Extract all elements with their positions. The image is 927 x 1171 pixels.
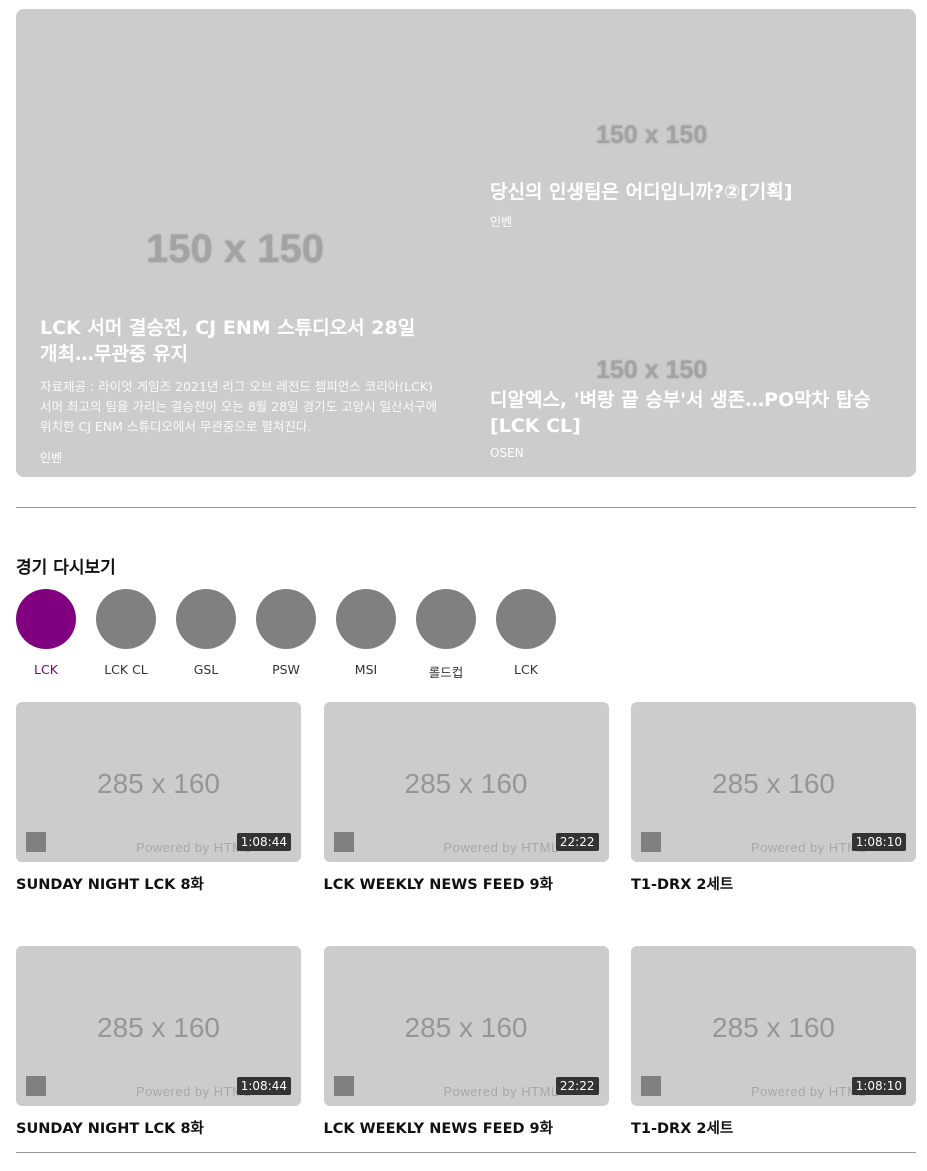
side-article-1-source: 인벤 (490, 215, 513, 229)
side-article-2[interactable]: 디알엑스, '벼랑 끝 승부'서 생존…PO막차 탑승[LCK CL] OSEN (490, 387, 890, 460)
video-thumbnail[interactable]: 285 x 160 Powered by HTML 1:08:10 (631, 702, 916, 862)
league-label: 롤드컵 (428, 665, 464, 680)
league-lck-2-icon[interactable] (496, 589, 556, 649)
league-worlds-icon[interactable] (416, 589, 476, 649)
hero-main-source: 인벤 (40, 451, 63, 465)
side-article-2-title[interactable]: 디알엑스, '벼랑 끝 승부'서 생존…PO막차 탑승[LCK CL] (490, 387, 890, 439)
hero-main-description: 자료제공 : 라이엇 게임즈 2021년 리그 오브 레전드 챔피언스 코리아(… (40, 379, 438, 434)
channel-icon (26, 832, 46, 852)
league-gsl-icon[interactable] (176, 589, 236, 649)
league-label: PSW (272, 662, 300, 677)
side-article-1-image-placeholder: 150 x 150 (596, 121, 708, 149)
league-filter-msi[interactable]: MSI (336, 589, 396, 681)
video-card[interactable]: 285 x 160 Powered by HTML 1:08:10 T1-DRX… (631, 946, 916, 1138)
channel-icon (333, 1076, 354, 1096)
side-article-1-title[interactable]: 당신의 인생팀은 어디입니까?②[기획] (490, 179, 890, 205)
powered-by-text: Powered by HTML (136, 1084, 252, 1099)
hero-main-article[interactable]: LCK 서머 결승전, CJ ENM 스튜디오서 28일 개최…무관중 유지 자… (40, 315, 438, 466)
video-title[interactable]: LCK WEEKLY NEWS FEED 9화 (324, 873, 609, 894)
league-msi-icon[interactable] (336, 589, 396, 649)
league-label: LCK CL (104, 662, 148, 677)
duration-badge: 1:08:44 (236, 833, 291, 851)
league-lck-icon[interactable] (16, 589, 76, 649)
video-thumbnail[interactable]: 285 x 160 Powered by HTML 1:08:10 (631, 946, 916, 1106)
powered-by-text: Powered by HTML (751, 840, 867, 855)
channel-icon (641, 832, 661, 852)
league-psw-icon[interactable] (256, 589, 316, 649)
thumbnail-placeholder-text: 285 x 160 (97, 768, 220, 799)
league-label: MSI (354, 662, 378, 677)
powered-by-text: Powered by HTML (443, 1084, 559, 1099)
thumbnail-placeholder-text: 285 x 160 (97, 1012, 220, 1043)
thumbnail-placeholder-text: 285 x 160 (712, 768, 835, 799)
league-filter-lck-2[interactable]: LCK (496, 589, 556, 681)
powered-by-text: Powered by HTML (136, 840, 252, 855)
duration-badge: 1:08:10 (851, 1077, 906, 1095)
section-divider (16, 507, 916, 508)
powered-by-text: Powered by HTML (751, 1084, 867, 1099)
replay-video-grid: 285 x 160 Powered by HTML 1:08:44 SUNDAY… (16, 702, 916, 1138)
hero-news-banner: 150 x 150 150 x 150 150 x 150 LCK 서머 결승전… (16, 9, 916, 477)
video-title[interactable]: T1-DRX 2세트 (631, 1117, 916, 1138)
league-filter-lck[interactable]: LCK (16, 589, 76, 681)
duration-badge: 22:22 (555, 1077, 599, 1095)
video-card[interactable]: 285 x 160 Powered by HTML 1:08:44 SUNDAY… (16, 702, 301, 894)
powered-by-text: Powered by HTML (443, 840, 559, 855)
video-title[interactable]: SUNDAY NIGHT LCK 8화 (16, 1117, 301, 1138)
side-article-2-source: OSEN (490, 446, 524, 460)
video-title[interactable]: SUNDAY NIGHT LCK 8화 (16, 873, 301, 894)
league-label: GSL (193, 662, 219, 677)
channel-icon (641, 1076, 661, 1096)
video-title[interactable]: T1-DRX 2세트 (631, 873, 916, 894)
thumbnail-placeholder-text: 285 x 160 (712, 1012, 835, 1043)
league-label: LCK (514, 662, 538, 677)
league-filter-psw[interactable]: PSW (256, 589, 316, 681)
video-thumbnail[interactable]: 285 x 160 Powered by HTML 1:08:44 (16, 946, 301, 1106)
league-filter-worlds[interactable]: 롤드컵 (416, 589, 476, 681)
video-card[interactable]: 285 x 160 Powered by HTML 1:08:10 T1-DRX… (631, 702, 916, 894)
league-filter-list: LCK LCK CL GSL PSW MSI 롤드컵 LCK (16, 589, 556, 681)
video-title[interactable]: LCK WEEKLY NEWS FEED 9화 (324, 1117, 609, 1138)
video-card[interactable]: 285 x 160 Powered by HTML 22:22 LCK WEEK… (323, 702, 609, 894)
hero-main-image-placeholder: 150 x 150 (146, 227, 324, 271)
side-article-2-image-placeholder: 150 x 150 (596, 356, 708, 384)
duration-badge: 22:22 (555, 833, 599, 851)
side-article-1[interactable]: 당신의 인생팀은 어디입니까?②[기획] 인벤 (490, 179, 890, 230)
replay-section-title: 경기 다시보기 (16, 558, 116, 578)
video-thumbnail[interactable]: 285 x 160 Powered by HTML 22:22 (323, 702, 609, 862)
duration-badge: 1:08:10 (851, 833, 906, 851)
video-thumbnail[interactable]: 285 x 160 Powered by HTML 1:08:44 (16, 702, 301, 862)
video-thumbnail[interactable]: 285 x 160 Powered by HTML 22:22 (323, 946, 609, 1106)
section-divider-bottom (16, 1152, 916, 1153)
duration-badge: 1:08:44 (236, 1077, 291, 1095)
channel-icon (333, 832, 354, 852)
league-label: LCK (34, 662, 58, 677)
thumbnail-placeholder-text: 285 x 160 (404, 1012, 528, 1043)
league-filter-lck-cl[interactable]: LCK CL (96, 589, 156, 681)
league-filter-gsl[interactable]: GSL (176, 589, 236, 681)
thumbnail-placeholder-text: 285 x 160 (404, 768, 528, 799)
league-lck-cl-icon[interactable] (96, 589, 156, 649)
video-card[interactable]: 285 x 160 Powered by HTML 1:08:44 SUNDAY… (16, 946, 301, 1138)
hero-main-title[interactable]: LCK 서머 결승전, CJ ENM 스튜디오서 28일 개최…무관중 유지 (40, 315, 438, 367)
channel-icon (26, 1076, 46, 1096)
video-card[interactable]: 285 x 160 Powered by HTML 22:22 LCK WEEK… (323, 946, 609, 1138)
